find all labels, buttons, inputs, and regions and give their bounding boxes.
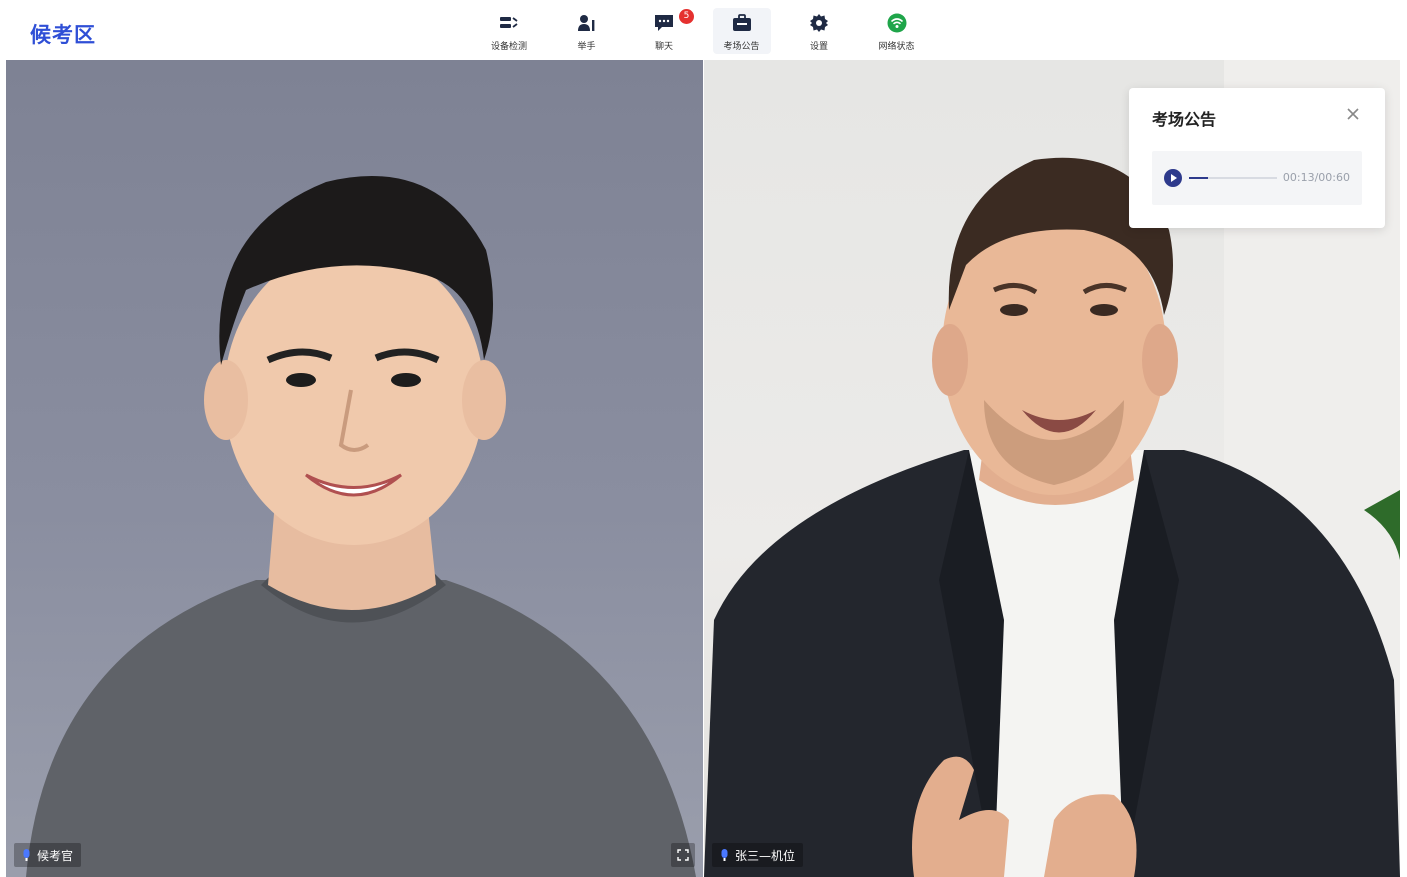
participant-name: 候考官 [37,848,74,863]
tool-label: 网络状态 [878,42,915,52]
audio-player: 00:13/00:60 [1152,151,1362,205]
raise-hand-icon [575,11,599,35]
announcement-title: 考场公告 [1152,110,1217,129]
tool-label: 聊天 [654,42,673,52]
video-feed-examiner[interactable]: 候考官 [6,60,703,877]
fullscreen-icon [677,846,689,865]
microphone-icon [720,848,729,862]
fullscreen-button[interactable] [671,843,695,867]
participant-name: 张三—机位 [735,848,796,863]
chat-icon [652,11,676,35]
gear-icon [807,11,831,35]
chat-button[interactable]: 聊天 5 [635,8,694,54]
announcement-panel: 考场公告 00:13/00:60 [1129,88,1385,228]
unread-badge: 5 [679,9,694,24]
close-icon [1347,105,1359,124]
tool-label: 设备检测 [490,42,527,52]
top-bar: 候考区 设备检测 举手 聊天 5 考场公告 设置 网络状态 [0,0,1407,60]
participant-nametag: 张三—机位 [712,843,804,867]
page-title: 候考区 [30,23,96,47]
audio-progress-fill [1189,177,1209,179]
tool-label: 考场公告 [723,42,760,52]
network-status-button[interactable]: 网络状态 [868,8,926,54]
audio-progress-track[interactable] [1189,177,1277,179]
examiner-video-frame [26,176,696,877]
announcement-button[interactable]: 考场公告 [712,8,771,54]
tool-label: 举手 [577,42,596,52]
device-check-icon [497,11,521,35]
participant-nametag: 候考官 [14,843,82,867]
wifi-icon [885,11,909,35]
toolbar: 设备检测 举手 聊天 5 考场公告 设置 网络状态 [480,8,945,54]
audio-time: 00:13/00:60 [1282,171,1350,184]
tool-label: 设置 [809,42,828,52]
announcement-icon [730,11,754,35]
settings-button[interactable]: 设置 [790,8,848,54]
raise-hand-button[interactable]: 举手 [558,8,616,54]
device-check-button[interactable]: 设备检测 [480,8,538,54]
microphone-icon [22,848,31,862]
play-icon [1164,169,1182,187]
close-button[interactable] [1345,106,1361,122]
play-button[interactable] [1164,169,1182,187]
